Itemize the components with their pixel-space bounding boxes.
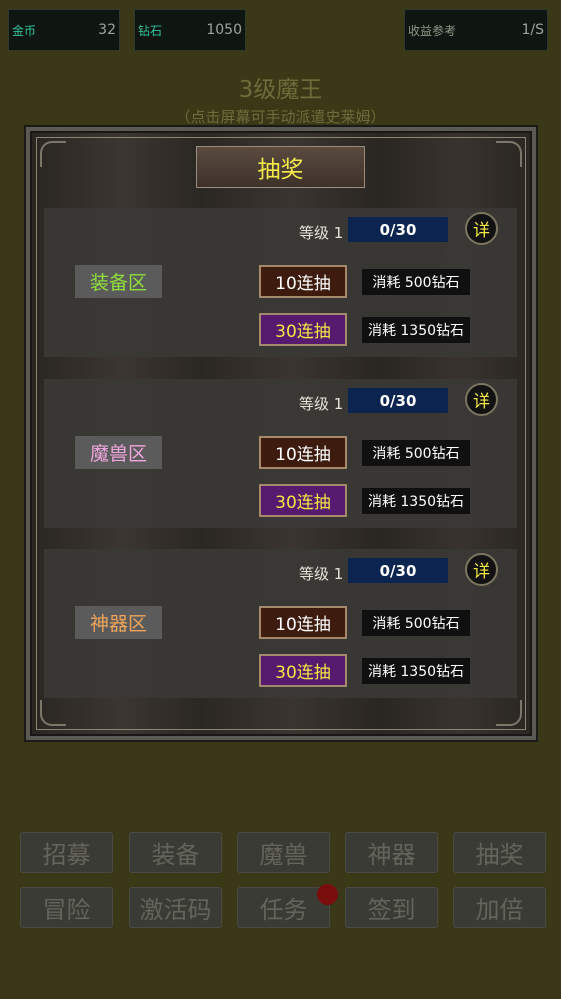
gold-counter: 金币 32 bbox=[8, 9, 120, 51]
diamond-counter: 钻石 1050 bbox=[134, 9, 246, 51]
frame-corner-ornament bbox=[496, 700, 522, 726]
section-name: 魔兽区 bbox=[75, 436, 162, 469]
income-counter: 收益参考 1/S bbox=[404, 9, 548, 51]
section-level-label: 等级 1 bbox=[299, 224, 344, 242]
menu-equipment-button[interactable]: 装备 bbox=[129, 832, 222, 873]
cost-30-label: 消耗 1350钻石 bbox=[362, 658, 470, 684]
menu-adventure-button[interactable]: 冒险 bbox=[20, 887, 113, 928]
cost-30-label: 消耗 1350钻石 bbox=[362, 488, 470, 514]
menu-signin-button[interactable]: 签到 bbox=[345, 887, 438, 928]
detail-button[interactable]: 详 bbox=[465, 212, 498, 245]
task-notification-dot bbox=[317, 884, 338, 905]
section-name: 神器区 bbox=[75, 606, 162, 639]
gold-label: 金币 bbox=[12, 23, 37, 38]
menu-beast-button[interactable]: 魔兽 bbox=[237, 832, 330, 873]
diamond-value: 1050 bbox=[206, 22, 242, 38]
draw-30-button[interactable]: 30连抽 bbox=[259, 313, 347, 346]
section-name: 装备区 bbox=[75, 265, 162, 298]
gold-value: 32 bbox=[98, 22, 116, 38]
section-progress-bar: 0/30 bbox=[348, 388, 448, 413]
lottery-section-beast: 等级 1 0/30 详 魔兽区 10连抽 30连抽 消耗 500钻石 消耗 13… bbox=[44, 379, 517, 528]
section-level-label: 等级 1 bbox=[299, 565, 344, 583]
menu-recruit-button[interactable]: 招募 bbox=[20, 832, 113, 873]
diamond-label: 钻石 bbox=[138, 23, 163, 38]
menu-lottery-button[interactable]: 抽奖 bbox=[453, 832, 546, 873]
section-progress-bar: 0/30 bbox=[348, 217, 448, 242]
menu-artifact-button[interactable]: 神器 bbox=[345, 832, 438, 873]
menu-double-button[interactable]: 加倍 bbox=[453, 887, 546, 928]
frame-corner-ornament bbox=[40, 141, 66, 167]
lottery-title: 抽奖 bbox=[196, 146, 365, 188]
detail-button[interactable]: 详 bbox=[465, 553, 498, 586]
boss-level-title: 3级魔王 bbox=[238, 77, 323, 103]
draw-10-button[interactable]: 10连抽 bbox=[259, 436, 347, 469]
section-progress-bar: 0/30 bbox=[348, 558, 448, 583]
frame-corner-ornament bbox=[496, 141, 522, 167]
income-value: 1/S bbox=[521, 22, 544, 38]
cost-10-label: 消耗 500钻石 bbox=[362, 440, 470, 466]
section-level-label: 等级 1 bbox=[299, 395, 344, 413]
draw-10-button[interactable]: 10连抽 bbox=[259, 265, 347, 298]
detail-button[interactable]: 详 bbox=[465, 383, 498, 416]
cost-30-label: 消耗 1350钻石 bbox=[362, 317, 470, 343]
draw-10-button[interactable]: 10连抽 bbox=[259, 606, 347, 639]
lottery-section-equipment: 等级 1 0/30 详 装备区 10连抽 30连抽 消耗 500钻石 消耗 13… bbox=[44, 208, 517, 357]
income-label: 收益参考 bbox=[408, 23, 457, 38]
tap-hint: （点击屏幕可手动派遣史莱姆） bbox=[175, 108, 386, 126]
draw-30-button[interactable]: 30连抽 bbox=[259, 654, 347, 687]
lottery-section-artifact: 等级 1 0/30 详 神器区 10连抽 30连抽 消耗 500钻石 消耗 13… bbox=[44, 549, 517, 698]
draw-30-button[interactable]: 30连抽 bbox=[259, 484, 347, 517]
menu-activation-code-button[interactable]: 激活码 bbox=[129, 887, 222, 928]
cost-10-label: 消耗 500钻石 bbox=[362, 610, 470, 636]
cost-10-label: 消耗 500钻石 bbox=[362, 269, 470, 295]
frame-corner-ornament bbox=[40, 700, 66, 726]
